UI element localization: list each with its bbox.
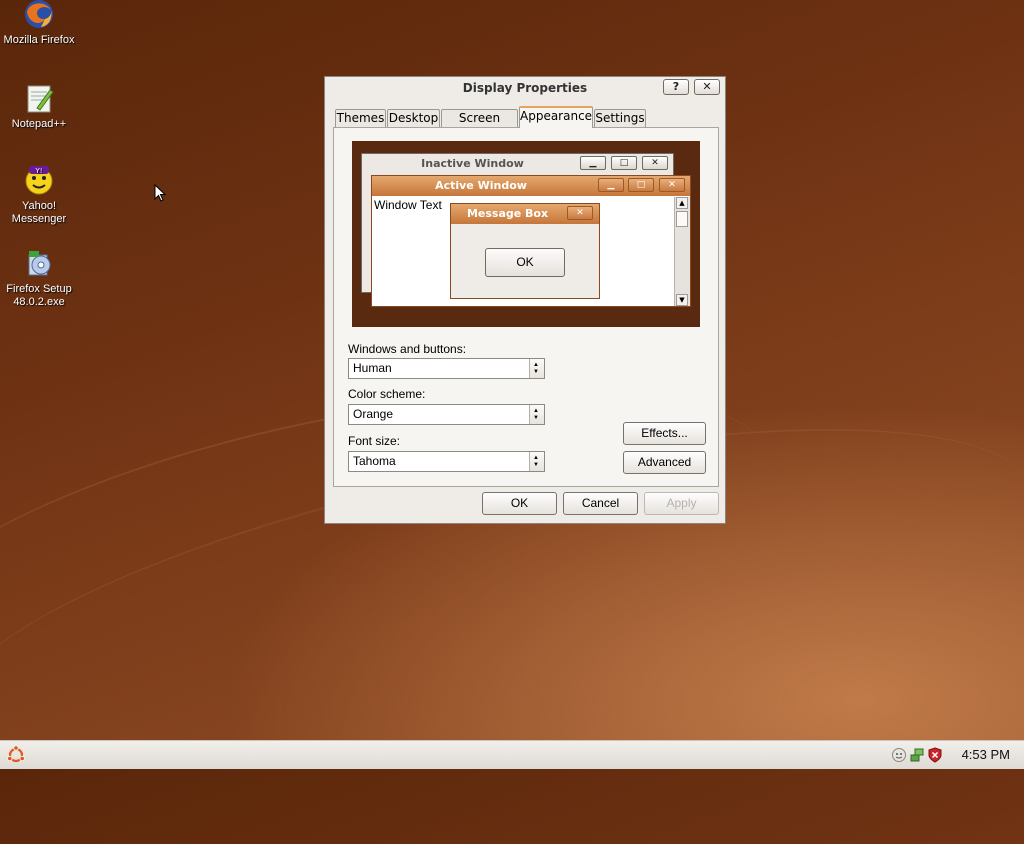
apply-button[interactable]: Apply <box>644 492 719 515</box>
maximize-icon: □ <box>611 156 637 170</box>
close-icon: ✕ <box>642 156 668 170</box>
tab-settings[interactable]: Settings <box>594 109 646 127</box>
minimize-icon: ▁ <box>598 178 624 192</box>
preview-scrollbar: ▲ ▼ <box>674 197 690 306</box>
select-arrow-icon[interactable]: ▲ ▼ <box>529 405 544 424</box>
ubuntu-logo-icon[interactable] <box>6 745 26 765</box>
taskbar: 4:53 PM <box>0 740 1024 769</box>
font-size-label: Font size: <box>348 434 401 448</box>
firefox-icon <box>23 0 55 30</box>
close-icon: ✕ <box>567 206 593 220</box>
desktop-icon-notepadpp[interactable]: Notepad++ <box>0 82 78 131</box>
preview-ok-button: OK <box>485 248 565 277</box>
desktop-icon-label: Yahoo! Messenger <box>11 200 67 225</box>
minimize-icon: ▁ <box>580 156 606 170</box>
font-size-value: Tahoma <box>353 454 396 468</box>
preview-message-box: Message Box ✕ OK <box>450 203 600 299</box>
tab-screen-saver[interactable]: Screen Saver <box>441 109 518 142</box>
notepad-plus-plus-icon <box>23 82 55 114</box>
color-scheme-value: Orange <box>353 407 394 421</box>
desktop-icon-label: Firefox Setup 48.0.2.exe <box>6 283 72 308</box>
desktop-icon-firefox-setup[interactable]: Firefox Setup 48.0.2.exe <box>0 247 78 309</box>
close-icon: ✕ <box>659 178 685 192</box>
mouse-cursor-icon <box>154 183 167 205</box>
windows-buttons-select[interactable]: Human ▲ ▼ <box>348 358 545 379</box>
installer-icon <box>23 247 55 279</box>
network-icon[interactable] <box>909 747 925 763</box>
maximize-icon: □ <box>628 178 654 192</box>
help-button[interactable]: ? <box>663 79 689 95</box>
scroll-thumb <box>676 211 688 227</box>
cancel-button[interactable]: Cancel <box>563 492 638 515</box>
tab-desktop[interactable]: Desktop <box>387 109 440 127</box>
appearance-panel: Inactive Window ▁ □ ✕ Active Window ▁ □ … <box>333 127 719 487</box>
scroll-down-icon: ▼ <box>676 294 688 306</box>
desktop-icon-label: Mozilla Firefox <box>3 34 75 46</box>
desktop-icon-firefox[interactable]: Mozilla Firefox <box>0 0 78 47</box>
select-arrow-icon[interactable]: ▲ ▼ <box>529 359 544 378</box>
yahoo-messenger-icon: Y! <box>23 164 55 196</box>
desktop-icon-yahoo-messenger[interactable]: Y! Yahoo! Messenger <box>0 164 78 226</box>
desktop-icon-label: Notepad++ <box>11 118 67 130</box>
svg-text:Y!: Y! <box>34 167 42 175</box>
appearance-preview: Inactive Window ▁ □ ✕ Active Window ▁ □ … <box>352 141 700 327</box>
color-scheme-label: Color scheme: <box>348 387 426 401</box>
ok-button[interactable]: OK <box>482 492 557 515</box>
advanced-button[interactable]: Advanced <box>623 451 706 474</box>
preview-window-text: Window Text <box>374 198 442 212</box>
close-button[interactable]: ✕ <box>694 79 720 95</box>
select-arrow-icon[interactable]: ▲ ▼ <box>529 452 544 471</box>
windows-buttons-label: Windows and buttons: <box>348 342 467 356</box>
font-size-select[interactable]: Tahoma ▲ ▼ <box>348 451 545 472</box>
effects-button[interactable]: Effects... <box>623 422 706 445</box>
tab-appearance[interactable]: Appearance <box>519 106 593 128</box>
tab-themes[interactable]: Themes <box>335 109 386 127</box>
chat-icon[interactable] <box>891 747 907 763</box>
color-scheme-select[interactable]: Orange ▲ ▼ <box>348 404 545 425</box>
display-properties-dialog: Display Properties ? ✕ Themes Desktop Sc… <box>324 76 726 524</box>
taskbar-clock[interactable]: 4:53 PM <box>962 741 1010 769</box>
security-shield-icon[interactable] <box>927 747 943 763</box>
scroll-up-icon: ▲ <box>676 197 688 209</box>
windows-buttons-value: Human <box>353 361 392 375</box>
